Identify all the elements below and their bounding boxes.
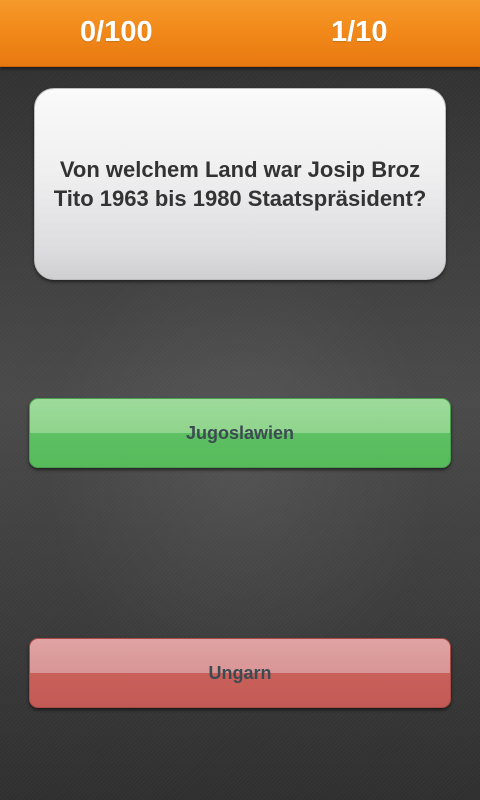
question-card: Von welchem Land war Josip Broz Tito 196… [34, 88, 446, 280]
question-text: Von welchem Land war Josip Broz Tito 196… [46, 155, 435, 213]
question-line-1: Von welchem Land war Josip Broz [59, 157, 421, 182]
answer-button-jugoslawien[interactable]: Jugoslawien [29, 398, 451, 468]
score-counter: 0/100 [80, 16, 153, 48]
top-bar: 0/100 1/10 [0, 0, 480, 67]
answer-label: Jugoslawien [185, 422, 295, 443]
answer-button-ungarn[interactable]: Ungarn [29, 638, 451, 708]
question-progress: 1/10 [331, 16, 388, 48]
answer-label: Ungarn [208, 662, 272, 683]
question-line-2: Tito 1963 bis 1980 Staatspräsident? [53, 186, 427, 211]
